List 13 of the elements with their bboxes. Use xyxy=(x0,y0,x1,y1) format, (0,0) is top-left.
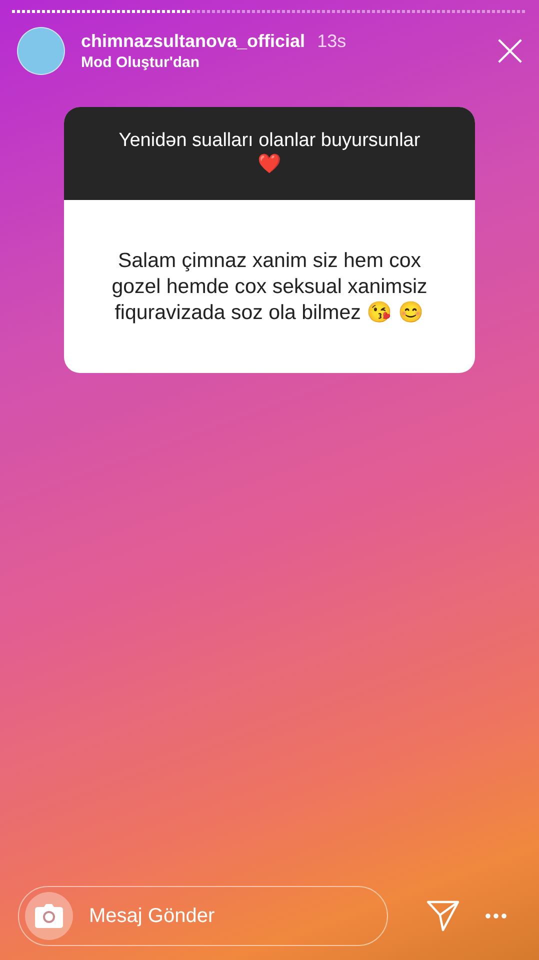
message-field[interactable]: Mesaj Gönder xyxy=(18,886,388,946)
story-subtitle: Mod Oluştur'dan xyxy=(81,54,201,71)
camera-button[interactable] xyxy=(25,892,73,940)
message-input[interactable]: Mesaj Gönder xyxy=(87,904,341,928)
avatar[interactable] xyxy=(17,27,65,75)
answer-text: Salam çimnaz xanim siz hem cox gozel hemde cox seksual xanimsiz fiquravizada soz ola bilmez 😘 😊 xyxy=(110,248,428,326)
username[interactable]: chimnazsultanova_official xyxy=(81,31,306,52)
post-time: 13s xyxy=(317,31,346,52)
camera-icon xyxy=(35,904,63,928)
question-text: Yenidən sualları olanlar buyursunlar ❤ xyxy=(118,129,422,177)
more-icon[interactable] xyxy=(485,913,507,919)
send-icon[interactable] xyxy=(426,900,460,932)
close-icon[interactable] xyxy=(497,38,523,64)
